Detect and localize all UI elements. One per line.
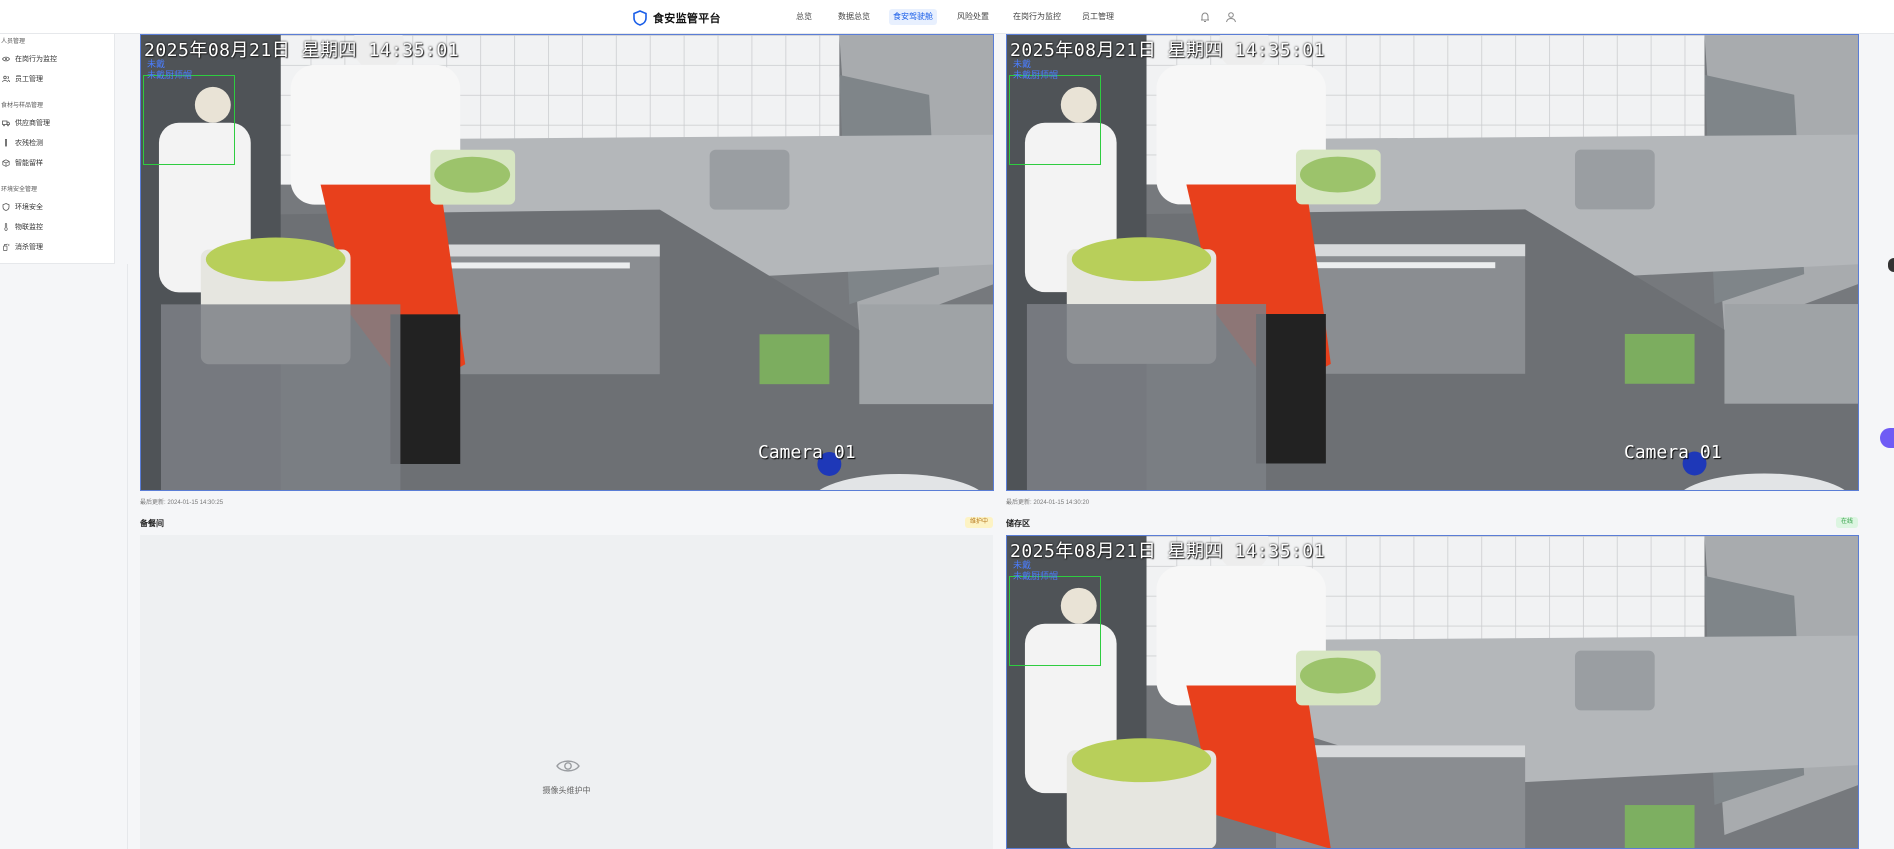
side-handle[interactable]	[1888, 258, 1894, 272]
nav-data-overview[interactable]: 数据总览	[834, 9, 874, 25]
nav-risk[interactable]: 风险处置	[953, 9, 993, 25]
detection-box	[1009, 576, 1101, 666]
sidebar-item-label: 环境安全	[15, 204, 43, 211]
sidebar-item-label: 员工管理	[15, 76, 43, 83]
sidebar-item-sample-retention[interactable]: 智能留样	[2, 156, 43, 170]
nav-behavior-monitor[interactable]: 在岗行为监控	[1009, 9, 1065, 25]
sidebar-item-pesticide-test[interactable]: 农残检测	[2, 136, 43, 150]
sidebar-group-ingredients: 食材与样品管理	[1, 103, 44, 109]
sidebar-item-label: 农残检测	[15, 140, 43, 147]
truck-icon	[2, 120, 10, 127]
last-updated: 最后更新: 2024-01-15 14:30:25	[140, 500, 224, 506]
shield-icon	[2, 203, 10, 211]
nav-overview[interactable]: 总览	[792, 9, 816, 25]
status-badge: 在线	[1836, 517, 1859, 528]
sidebar-item-label: 在岗行为监控	[15, 56, 57, 63]
violation-tag: 未戴 未戴厨师帽	[147, 59, 192, 81]
violation-tag: 未戴 未戴厨师帽	[1013, 560, 1058, 582]
sidebar-item-suppliers[interactable]: 供应商管理	[2, 116, 50, 130]
violation-tag-line2: 未戴厨师帽	[1013, 571, 1059, 581]
nav-cockpit[interactable]: 食安驾驶舱	[889, 9, 937, 25]
sidebar-item-env-safety[interactable]: 环境安全	[2, 200, 43, 214]
sidebar-item-iot-monitor[interactable]: 物联监控	[2, 220, 43, 234]
sidebar-item-label: 供应商管理	[15, 120, 50, 127]
assistant-float-button[interactable]	[1880, 428, 1894, 448]
users-icon	[2, 75, 10, 83]
camera-timestamp: 2025年08月21日 星期四 14:35:01	[1010, 541, 1326, 562]
camera-feed-bottom-left[interactable]: 摄像头维护中	[140, 535, 993, 849]
camera-timestamp: 2025年08月21日 星期四 14:35:01	[144, 40, 460, 61]
main-divider	[127, 264, 128, 849]
sidebar-group-environment: 环境安全管理	[1, 187, 38, 193]
violation-tag-line2: 未戴厨师帽	[1013, 70, 1059, 80]
sidebar-item-label: 智能留样	[15, 160, 43, 167]
camera-label: Camera 01	[1624, 442, 1722, 463]
spray-icon	[3, 243, 10, 251]
nav-staff[interactable]: 员工管理	[1078, 9, 1118, 25]
box-icon	[2, 159, 10, 167]
thermometer-icon	[4, 223, 8, 231]
violation-tag: 未戴 未戴厨师帽	[1013, 59, 1058, 81]
camera-feed-top-left[interactable]: 未戴 未戴厨师帽 2025年08月21日 星期四 14:35:01 Camera …	[140, 34, 994, 491]
kitchen-camera-image	[141, 35, 993, 490]
main-nav: 总览 数据总览 食安驾驶舱 风险处置 在岗行为监控 员工管理	[0, 9, 1894, 25]
camera-timestamp: 2025年08月21日 星期四 14:35:01	[1010, 40, 1326, 61]
eye-icon	[2, 56, 10, 62]
status-badge: 维护中	[965, 517, 994, 528]
eye-icon	[556, 760, 580, 772]
maintenance-message: 摄像头维护中	[542, 786, 591, 795]
top-navbar: 食安监管平台 总览 数据总览 食安驾驶舱 风险处置 在岗行为监控 员工管理	[0, 0, 1894, 34]
tube-icon	[5, 139, 7, 147]
sidebar: 人员管理 在岗行为监控 员工管理 食材与样品管理 供应商管理 农残检测 智能留样…	[0, 34, 115, 264]
detection-box	[143, 75, 235, 165]
sidebar-item-staff[interactable]: 员工管理	[2, 72, 43, 86]
sidebar-item-disinfection[interactable]: 消杀管理	[2, 240, 43, 254]
last-updated: 最后更新: 2024-01-15 14:30:20	[1006, 500, 1090, 506]
camera-title-prep-room: 备餐间	[140, 519, 164, 528]
camera-feed-bottom-right[interactable]: 未戴 未戴厨师帽 2025年08月21日 星期四 14:35:01	[1006, 535, 1859, 849]
detection-box	[1009, 75, 1101, 165]
camera-title-storage: 储存区	[1006, 519, 1030, 528]
camera-feed-top-right[interactable]: 未戴 未戴厨师帽 2025年08月21日 星期四 14:35:01 Camera …	[1006, 34, 1859, 491]
kitchen-camera-image	[1007, 536, 1858, 848]
sidebar-item-behavior-monitor[interactable]: 在岗行为监控	[2, 52, 57, 66]
sidebar-item-label: 消杀管理	[15, 244, 43, 251]
sidebar-item-label: 物联监控	[15, 224, 43, 231]
user-icon[interactable]	[1224, 10, 1238, 24]
kitchen-camera-image	[1007, 35, 1858, 490]
camera-label: Camera 01	[758, 442, 856, 463]
violation-tag-line2: 未戴厨师帽	[147, 70, 193, 80]
bell-icon[interactable]	[1198, 10, 1212, 24]
sidebar-group-personnel: 人员管理	[1, 39, 26, 45]
